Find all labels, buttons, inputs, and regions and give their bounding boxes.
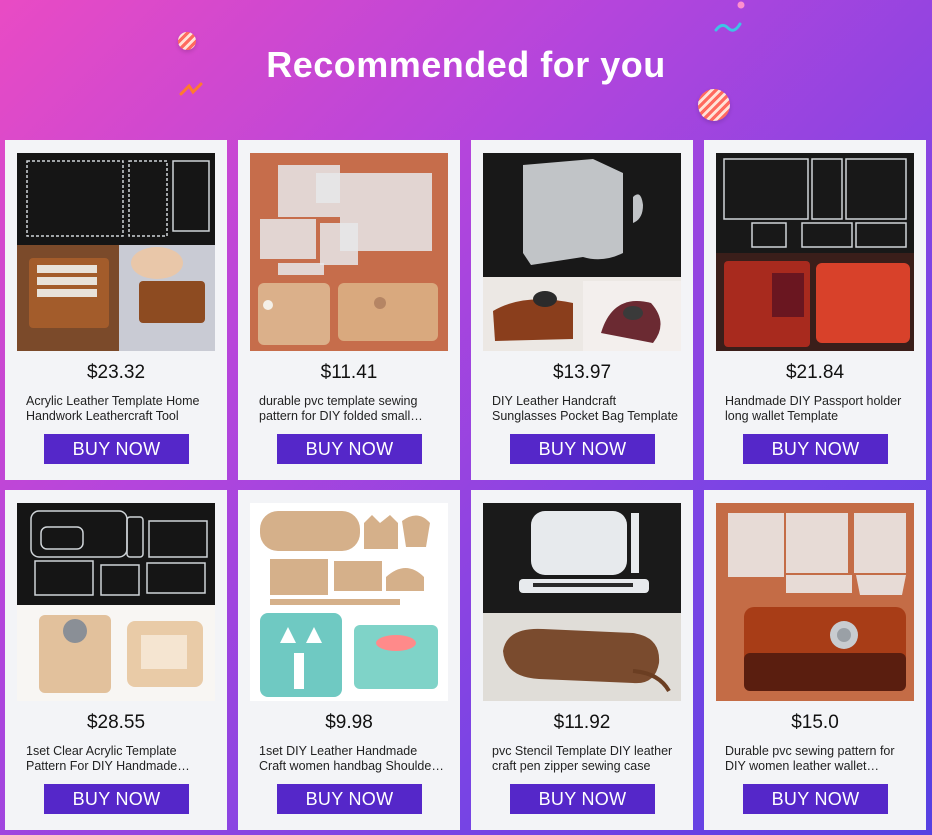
product-description[interactable]: Acrylic Leather Template Home Handwork L…: [26, 394, 212, 424]
product-card[interactable]: $15.0 Durable pvc sewing pattern for DIY…: [704, 490, 926, 830]
product-description[interactable]: DIY Leather Handcraft Sunglasses Pocket …: [492, 394, 678, 424]
buy-now-button[interactable]: BUY NOW: [743, 784, 888, 814]
buy-now-button[interactable]: BUY NOW: [510, 434, 655, 464]
product-image[interactable]: [716, 503, 914, 701]
product-price: $23.32: [86, 362, 146, 383]
product-description[interactable]: durable pvc template sewing pattern for …: [259, 394, 445, 424]
product-price: $28.55: [86, 712, 146, 733]
product-image[interactable]: [483, 153, 681, 351]
product-price: $15.0: [791, 712, 839, 733]
buy-now-button[interactable]: BUY NOW: [44, 784, 189, 814]
product-image[interactable]: [250, 503, 448, 701]
product-price: $11.92: [553, 712, 611, 733]
product-card[interactable]: $11.41 durable pvc template sewing patte…: [238, 140, 460, 480]
product-image[interactable]: [716, 153, 914, 351]
striped-ball-icon: [698, 89, 730, 121]
product-image[interactable]: [250, 153, 448, 351]
product-card[interactable]: $21.84 Handmade DIY Passport holder long…: [704, 140, 926, 480]
header-banner: Recommended for you: [0, 0, 932, 140]
product-description[interactable]: 1set DIY Leather Handmade Craft women ha…: [259, 744, 445, 774]
product-price: $9.98: [325, 712, 373, 733]
buy-now-button[interactable]: BUY NOW: [277, 434, 422, 464]
product-price: $21.84: [785, 362, 845, 383]
product-description[interactable]: 1set Clear Acrylic Template Pattern For …: [26, 744, 212, 774]
product-price: $13.97: [552, 362, 612, 383]
buy-now-button[interactable]: BUY NOW: [44, 434, 189, 464]
buy-now-button[interactable]: BUY NOW: [277, 784, 422, 814]
product-card[interactable]: $23.32 Acrylic Leather Template Home Han…: [5, 140, 227, 480]
product-image[interactable]: [17, 153, 215, 351]
confetti-icon: [179, 80, 205, 100]
striped-ball-icon: [178, 32, 196, 50]
product-image[interactable]: [17, 503, 215, 701]
product-card[interactable]: $13.97 DIY Leather Handcraft Sunglasses …: [471, 140, 693, 480]
product-image[interactable]: [483, 503, 681, 701]
buy-now-button[interactable]: BUY NOW: [743, 434, 888, 464]
product-description[interactable]: pvc Stencil Template DIY leather craft p…: [492, 744, 678, 774]
product-description[interactable]: Handmade DIY Passport holder long wallet…: [725, 394, 911, 424]
product-card[interactable]: $9.98 1set DIY Leather Handmade Craft wo…: [238, 490, 460, 830]
product-price: $11.41: [320, 362, 378, 383]
product-card[interactable]: $11.92 pvc Stencil Template DIY leather …: [471, 490, 693, 830]
page-title: Recommended for you: [266, 44, 666, 85]
product-description[interactable]: Durable pvc sewing pattern for DIY women…: [725, 744, 911, 774]
buy-now-button[interactable]: BUY NOW: [510, 784, 655, 814]
product-card[interactable]: $28.55 1set Clear Acrylic Template Patte…: [5, 490, 227, 830]
ribbon-icon: [712, 0, 748, 38]
